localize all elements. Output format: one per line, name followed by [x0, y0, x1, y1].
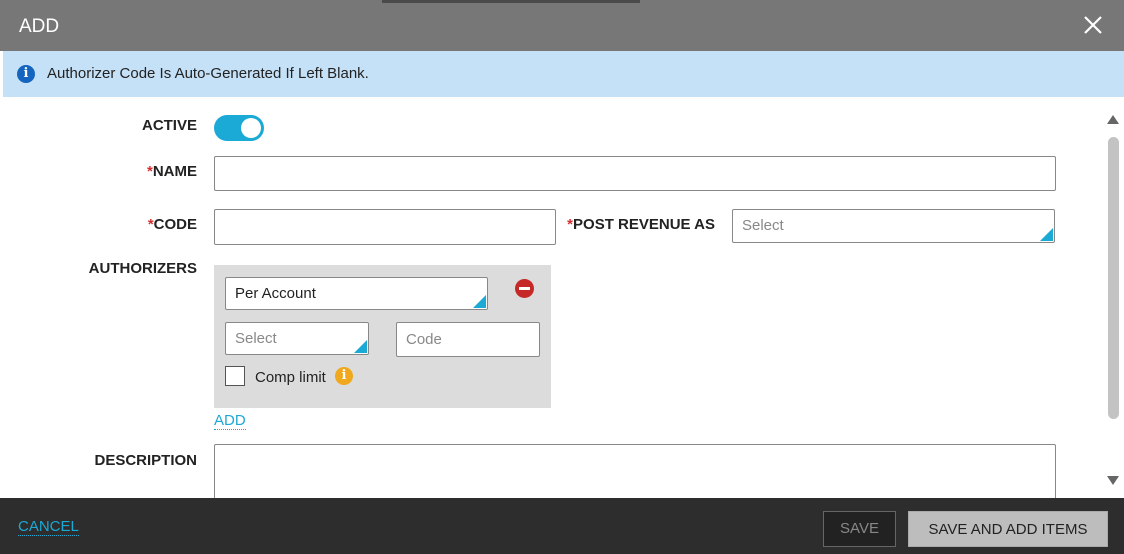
scrollbar[interactable]	[1105, 97, 1124, 498]
authorizer-code-input[interactable]: Code	[396, 322, 540, 357]
add-authorizer-link[interactable]: ADD	[214, 412, 246, 430]
description-textarea[interactable]	[214, 444, 1056, 498]
scroll-down-icon[interactable]	[1107, 476, 1119, 485]
post-revenue-label: *POST REVENUE AS	[560, 216, 715, 233]
code-field[interactable]	[214, 209, 556, 245]
active-toggle[interactable]	[214, 115, 264, 141]
authorizer-code-placeholder: Code	[406, 331, 442, 348]
post-revenue-select[interactable]: Select	[732, 209, 1055, 243]
info-text: Authorizer Code Is Auto-Generated If Lef…	[47, 65, 369, 82]
chevron-down-icon	[473, 295, 486, 308]
active-label: ACTIVE	[141, 117, 197, 134]
authorizer-entry: Per Account Select Code Comp limit i	[214, 265, 551, 408]
scroll-up-icon[interactable]	[1107, 115, 1119, 124]
top-strip	[382, 0, 640, 3]
description-label: DESCRIPTION	[94, 452, 197, 469]
chevron-down-icon	[354, 340, 367, 353]
add-dialog: ADD i Authorizer Code Is Auto-Generated …	[0, 0, 1124, 554]
minus-circle-icon[interactable]	[515, 279, 534, 298]
cancel-link[interactable]: CANCEL	[18, 518, 79, 536]
toggle-knob	[241, 118, 261, 138]
authorizer-account-placeholder: Select	[235, 330, 277, 347]
dialog-footer: CANCEL SAVE SAVE AND ADD ITEMS	[0, 498, 1124, 554]
comp-limit-label: Comp limit	[255, 369, 326, 386]
save-and-add-items-button[interactable]: SAVE AND ADD ITEMS	[908, 511, 1108, 547]
close-icon[interactable]	[1082, 14, 1104, 36]
authorizer-type-value: Per Account	[235, 285, 316, 302]
info-icon: i	[17, 65, 35, 83]
name-label-text: NAME	[152, 163, 197, 180]
save-button[interactable]: SAVE	[823, 511, 896, 547]
authorizer-type-select[interactable]: Per Account	[225, 277, 488, 310]
chevron-down-icon	[1040, 228, 1053, 241]
info-icon[interactable]: i	[335, 367, 353, 385]
form-content: ACTIVE *NAME *CODE *POST REVENUE AS Sele…	[0, 97, 1105, 498]
comp-limit-checkbox[interactable]	[225, 366, 245, 386]
name-label: *NAME	[60, 163, 197, 180]
code-label-text: CODE	[153, 216, 197, 233]
info-banner: i Authorizer Code Is Auto-Generated If L…	[3, 51, 1124, 97]
post-revenue-label-text: POST REVENUE AS	[573, 216, 715, 233]
authorizers-label: AUTHORIZERS	[88, 260, 197, 277]
name-field[interactable]	[214, 156, 1056, 191]
dialog-title: ADD	[19, 16, 60, 37]
authorizer-account-select[interactable]: Select	[225, 322, 369, 355]
scrollbar-thumb[interactable]	[1108, 137, 1119, 419]
post-revenue-placeholder: Select	[742, 217, 784, 234]
code-label: *CODE	[60, 216, 197, 233]
dialog-titlebar: ADD	[0, 0, 1124, 51]
